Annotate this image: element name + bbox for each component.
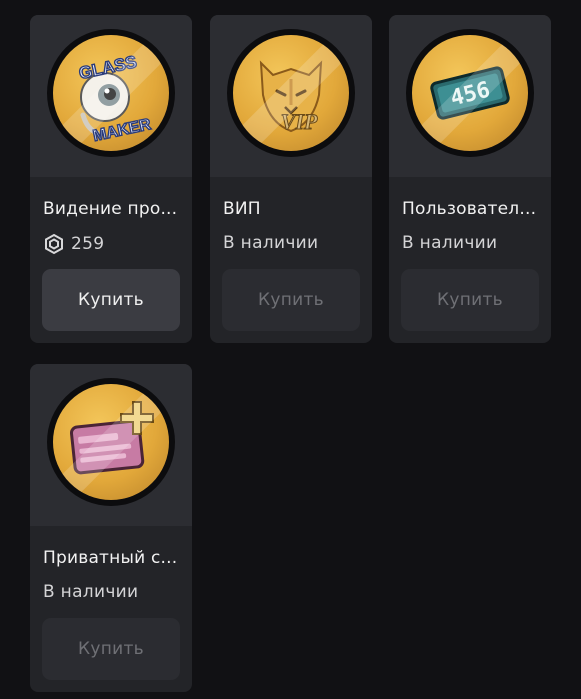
vip-lion-icon: VIP bbox=[259, 60, 323, 135]
buy-button[interactable]: Купить bbox=[42, 618, 180, 680]
item-title: ВИП bbox=[223, 199, 261, 219]
item-title: Пользовател... bbox=[402, 199, 537, 219]
item-badge: GLASS MAKER bbox=[47, 29, 175, 157]
item-price: 259 bbox=[43, 233, 104, 255]
item-badge: VIP bbox=[227, 29, 355, 157]
svg-text:MAKER: MAKER bbox=[92, 116, 153, 145]
item-thumbnail: GLASS MAKER bbox=[30, 15, 192, 177]
item-card-glass-maker[interactable]: GLASS MAKER Видение про... 259 Купить bbox=[30, 15, 192, 343]
item-badge bbox=[47, 378, 175, 506]
private-card-plus-icon bbox=[69, 401, 154, 475]
number-tag-icon: 456 bbox=[430, 66, 510, 120]
item-badge: 456 bbox=[406, 29, 534, 157]
item-thumbnail bbox=[30, 364, 192, 526]
svg-text:VIP: VIP bbox=[281, 109, 318, 134]
item-card-vip[interactable]: VIP ВИП В наличии Купить bbox=[210, 15, 372, 343]
item-status: В наличии bbox=[223, 233, 319, 253]
robux-icon bbox=[45, 233, 63, 255]
buy-button[interactable]: Купить bbox=[401, 269, 539, 331]
item-card-username[interactable]: 456 Пользовател... В наличии Купить bbox=[389, 15, 551, 343]
item-thumbnail: 456 bbox=[389, 15, 551, 177]
buy-button[interactable]: Купить bbox=[42, 269, 180, 331]
svg-text:GLASS: GLASS bbox=[77, 52, 138, 83]
item-thumbnail: VIP bbox=[210, 15, 372, 177]
item-status: В наличии bbox=[43, 582, 139, 602]
item-status: В наличии bbox=[402, 233, 498, 253]
item-grid: GLASS MAKER Видение про... 259 Купить VI… bbox=[0, 0, 581, 699]
glass-maker-eye-icon: GLASS MAKER bbox=[77, 52, 154, 146]
item-card-private-server[interactable]: Приватный с... В наличии Купить bbox=[30, 364, 192, 692]
item-title: Приватный с... bbox=[43, 548, 178, 568]
buy-button[interactable]: Купить bbox=[222, 269, 360, 331]
item-title: Видение про... bbox=[43, 199, 178, 219]
price-value: 259 bbox=[71, 234, 105, 254]
